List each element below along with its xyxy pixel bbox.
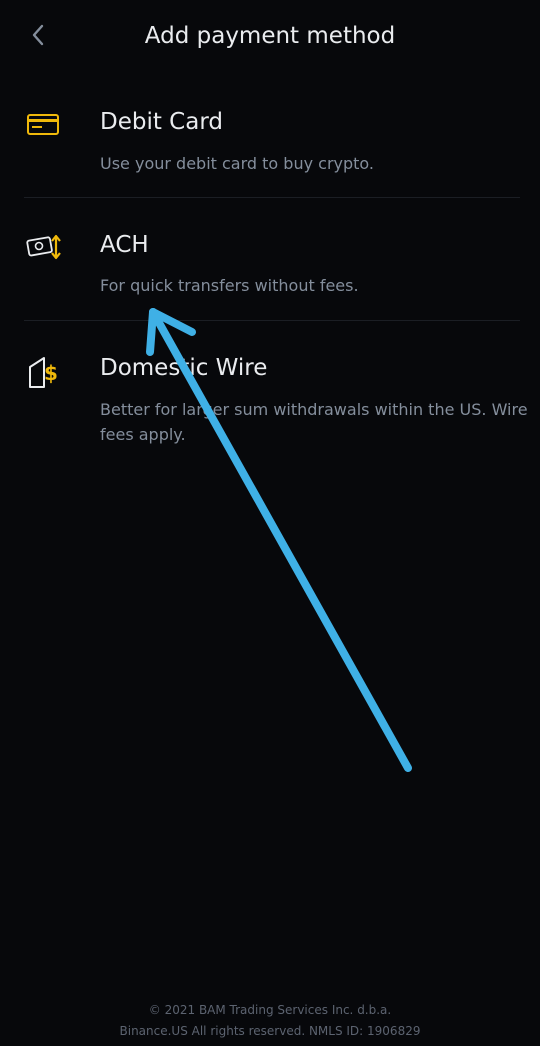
method-name: ACH bbox=[100, 232, 149, 258]
page-title: Add payment method bbox=[144, 23, 396, 49]
method-description: For quick transfers without fees. bbox=[100, 276, 359, 295]
debit-card-icon bbox=[27, 114, 59, 135]
method-name: Debit Card bbox=[100, 109, 223, 135]
footer-copyright: © 2021 BAM Trading Services Inc. d.b.a. bbox=[148, 1003, 392, 1017]
method-description: Better for larger sum withdrawals within… bbox=[100, 400, 528, 444]
method-name: Domestic Wire bbox=[100, 355, 268, 381]
footer-rights: Binance.US All rights reserved. NMLS ID:… bbox=[119, 1024, 421, 1038]
payment-method-ach[interactable]: ACH For quick transfers without fees. bbox=[0, 222, 540, 318]
payment-method-domestic-wire[interactable]: $ Domestic Wire Better for larger sum wi… bbox=[0, 345, 540, 455]
divider bbox=[24, 320, 520, 321]
header: Add payment method bbox=[0, 0, 540, 72]
wire-dollar-icon: $ bbox=[29, 357, 58, 388]
ach-transfer-icon bbox=[26, 234, 61, 260]
method-description: Use your debit card to buy crypto. bbox=[100, 154, 375, 173]
payment-method-debit-card[interactable]: Debit Card Use your debit card to buy cr… bbox=[0, 100, 540, 196]
footer: © 2021 BAM Trading Services Inc. d.b.a. … bbox=[0, 1000, 540, 1042]
divider bbox=[24, 197, 520, 198]
svg-text:$: $ bbox=[44, 361, 58, 385]
